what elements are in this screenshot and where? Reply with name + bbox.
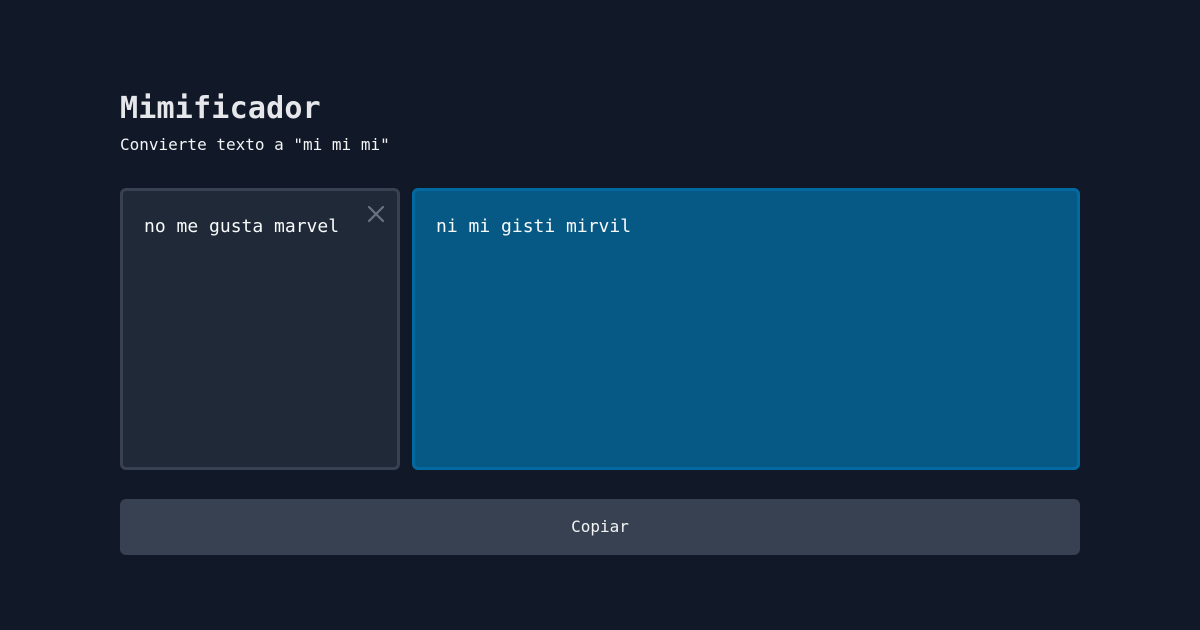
close-icon[interactable] [365, 203, 387, 225]
text-panels: no me gusta marvel ni mi gisti mirvil [120, 188, 1080, 470]
output-textarea[interactable]: ni mi gisti mirvil [412, 188, 1080, 470]
page-subtitle: Convierte texto a "mi mi mi" [120, 135, 390, 154]
copy-button[interactable]: Copiar [120, 499, 1080, 555]
page-title: Mimificador [120, 91, 321, 126]
output-text-value: ni mi gisti mirvil [436, 216, 632, 237]
input-textarea[interactable]: no me gusta marvel [120, 188, 400, 470]
input-text-value: no me gusta marvel [144, 216, 340, 237]
app-container: Mimificador Convierte texto a "mi mi mi"… [120, 88, 1080, 555]
